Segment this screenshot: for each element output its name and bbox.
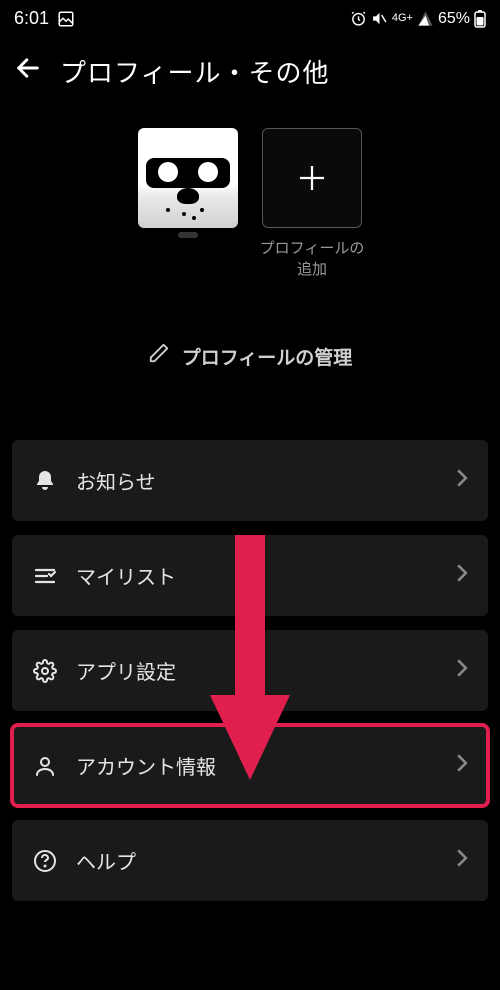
mute-vibrate-icon: [371, 10, 388, 27]
battery-percent: 65%: [438, 10, 470, 28]
menu-label: お知らせ: [76, 466, 438, 495]
profile-add-label: プロフィールの追加: [259, 238, 365, 280]
chevron-right-icon: [456, 754, 468, 778]
menu-item-account[interactable]: アカウント情報: [12, 725, 488, 806]
profiles-row: プロフィールの追加: [0, 128, 500, 280]
manage-profiles-button[interactable]: プロフィールの管理: [0, 342, 500, 370]
page-title: プロフィール・その他: [60, 53, 329, 90]
profile-current[interactable]: [135, 128, 241, 280]
gallery-icon: [57, 10, 75, 28]
pencil-icon: [148, 342, 170, 370]
plus-icon: [262, 128, 362, 228]
bell-icon: [32, 469, 58, 493]
signal-icon: [417, 10, 434, 27]
menu-item-notifications[interactable]: お知らせ: [12, 440, 488, 521]
status-bar: 6:01 4G+ 65%: [0, 0, 500, 33]
list-check-icon: [32, 564, 58, 588]
back-arrow-icon[interactable]: [14, 54, 42, 89]
current-profile-indicator: [178, 232, 198, 238]
person-icon: [32, 754, 58, 778]
profile-add[interactable]: プロフィールの追加: [259, 128, 365, 280]
chevron-right-icon: [456, 564, 468, 588]
battery-icon: [474, 10, 486, 28]
network-type: 4G+: [392, 13, 413, 24]
menu-label: マイリスト: [76, 561, 438, 590]
menu-item-mylist[interactable]: マイリスト: [12, 535, 488, 616]
chevron-right-icon: [456, 849, 468, 873]
menu-list: お知らせ マイリスト アプリ設定 アカウント情報: [0, 440, 500, 901]
chevron-right-icon: [456, 659, 468, 683]
alarm-icon: [350, 10, 367, 27]
chevron-right-icon: [456, 469, 468, 493]
menu-label: アプリ設定: [76, 656, 438, 685]
help-icon: [32, 849, 58, 873]
avatar: [138, 128, 238, 228]
page-header: プロフィール・その他: [0, 33, 500, 110]
status-time: 6:01: [14, 8, 49, 29]
menu-item-app-settings[interactable]: アプリ設定: [12, 630, 488, 711]
gear-icon: [32, 659, 58, 683]
menu-label: ヘルプ: [76, 846, 438, 875]
menu-label: アカウント情報: [76, 751, 438, 780]
menu-item-help[interactable]: ヘルプ: [12, 820, 488, 901]
manage-profiles-label: プロフィールの管理: [182, 343, 353, 370]
